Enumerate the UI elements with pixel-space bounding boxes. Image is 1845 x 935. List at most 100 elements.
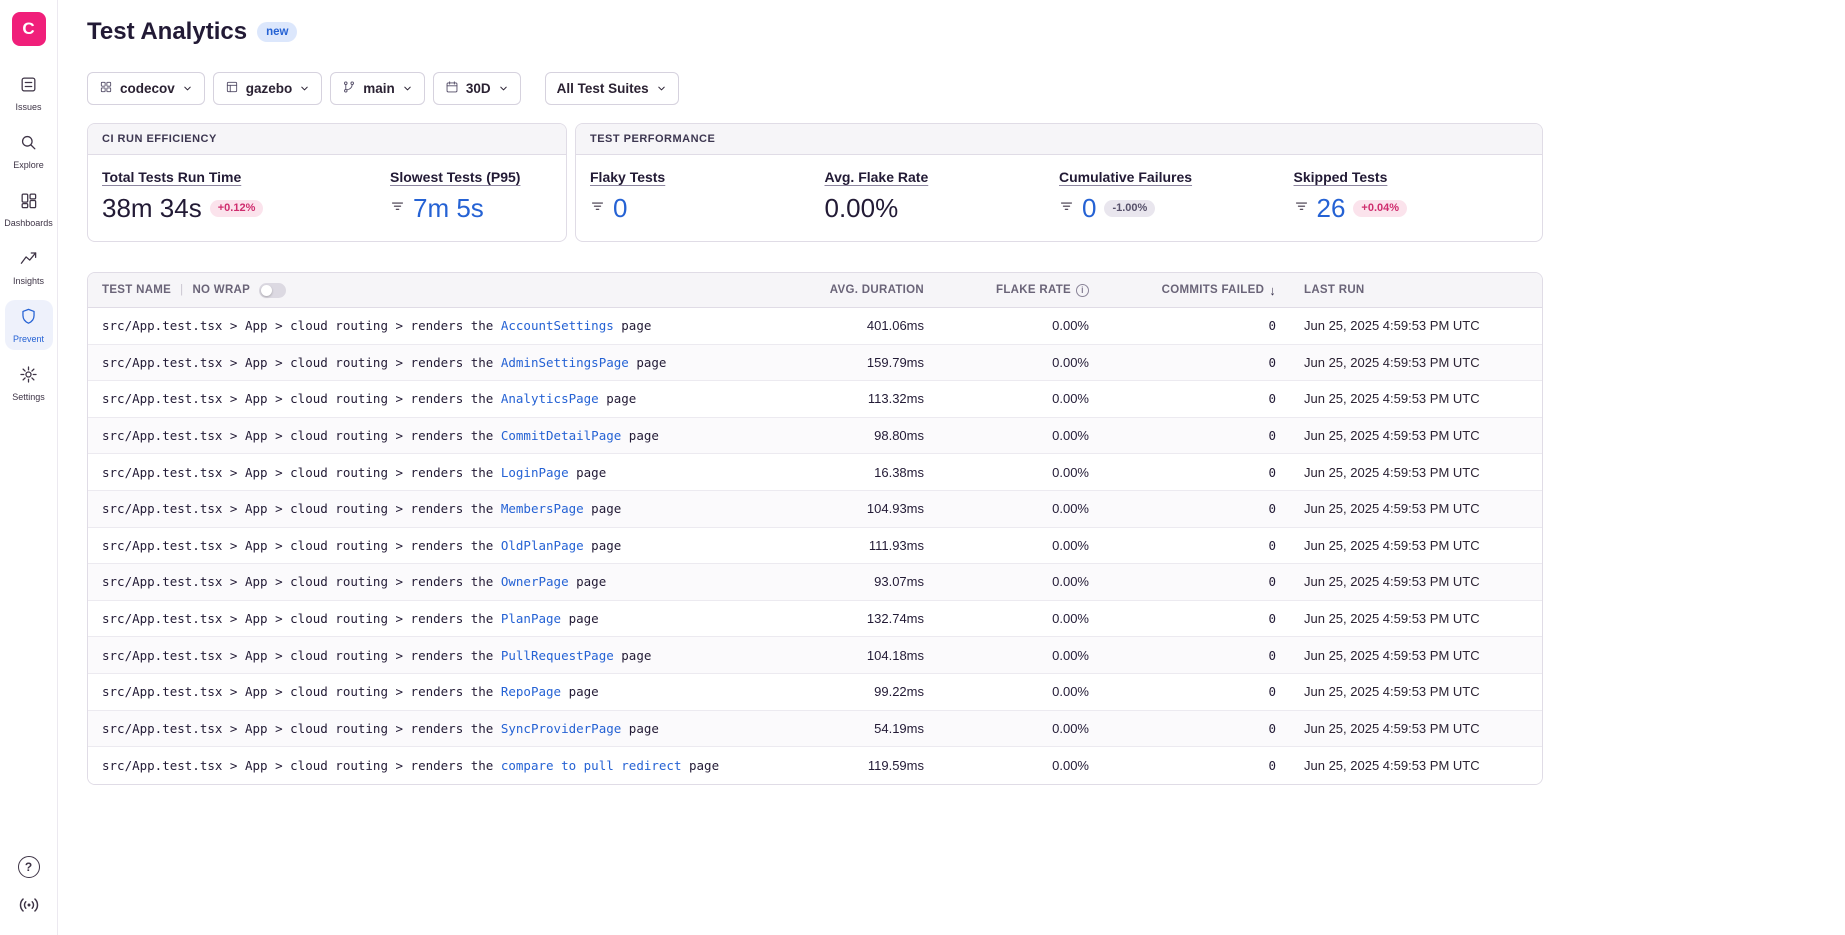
sidebar-item-settings[interactable]: Settings bbox=[5, 358, 53, 408]
table-row[interactable]: src/App.test.tsx > App > cloud routing >… bbox=[88, 637, 1542, 674]
table-row[interactable]: src/App.test.tsx > App > cloud routing >… bbox=[88, 528, 1542, 565]
test-name-cell[interactable]: src/App.test.tsx > App > cloud routing >… bbox=[88, 538, 774, 553]
repo-dropdown[interactable]: gazebo bbox=[213, 72, 323, 105]
sidebar-item-dashboards[interactable]: Dashboards bbox=[5, 184, 53, 234]
commits-failed-cell: 0 bbox=[1089, 758, 1276, 773]
commits-failed-cell: 0 bbox=[1089, 611, 1276, 626]
commits-failed-cell: 0 bbox=[1089, 318, 1276, 333]
commits-failed-cell: 0 bbox=[1089, 428, 1276, 443]
delta-badge: +0.04% bbox=[1353, 200, 1407, 217]
metric-label-link[interactable]: Avg. Flake Rate bbox=[825, 169, 929, 185]
avg-duration-cell: 159.79ms bbox=[774, 355, 924, 370]
calendar-icon bbox=[445, 80, 459, 97]
test-name-cell[interactable]: src/App.test.tsx > App > cloud routing >… bbox=[88, 611, 774, 626]
sidebar-item-label: Settings bbox=[12, 393, 45, 402]
chevron-down-icon bbox=[182, 83, 193, 94]
date-range-dropdown[interactable]: 30D bbox=[433, 72, 521, 105]
avg-duration-cell: 93.07ms bbox=[774, 574, 924, 589]
performance-card-title: TEST PERFORMANCE bbox=[576, 124, 1542, 155]
metric-label-link[interactable]: Slowest Tests (P95) bbox=[390, 169, 520, 185]
table-row[interactable]: src/App.test.tsx > App > cloud routing >… bbox=[88, 601, 1542, 638]
help-glyph: ? bbox=[25, 860, 32, 874]
table-row[interactable]: src/App.test.tsx > App > cloud routing >… bbox=[88, 454, 1542, 491]
sidebar-item-label: Explore bbox=[13, 161, 44, 170]
test-name-cell[interactable]: src/App.test.tsx > App > cloud routing >… bbox=[88, 648, 774, 663]
metric-label-link[interactable]: Cumulative Failures bbox=[1059, 169, 1192, 185]
filter-lines-icon bbox=[390, 198, 405, 218]
chevron-down-icon bbox=[299, 83, 310, 94]
col-flake-rate[interactable]: FLAKE RATE i bbox=[924, 284, 1089, 297]
test-name-cell[interactable]: src/App.test.tsx > App > cloud routing >… bbox=[88, 318, 774, 333]
org-dropdown[interactable]: codecov bbox=[87, 72, 205, 105]
test-name-cell[interactable]: src/App.test.tsx > App > cloud routing >… bbox=[88, 684, 774, 699]
test-name-cell[interactable]: src/App.test.tsx > App > cloud routing >… bbox=[88, 574, 774, 589]
flake-rate-cell: 0.00% bbox=[924, 648, 1089, 663]
last-run-cell: Jun 25, 2025 4:59:53 PM UTC bbox=[1276, 428, 1542, 443]
test-name-cell[interactable]: src/App.test.tsx > App > cloud routing >… bbox=[88, 428, 774, 443]
table-row[interactable]: src/App.test.tsx > App > cloud routing >… bbox=[88, 747, 1542, 784]
metric-value: 38m 34s bbox=[102, 195, 202, 221]
metric-value[interactable]: 0 bbox=[1082, 195, 1096, 221]
flake-rate-cell: 0.00% bbox=[924, 538, 1089, 553]
table-row[interactable]: src/App.test.tsx > App > cloud routing >… bbox=[88, 564, 1542, 601]
sidebar-item-explore[interactable]: Explore bbox=[5, 126, 53, 176]
test-name-cell[interactable]: src/App.test.tsx > App > cloud routing >… bbox=[88, 355, 774, 370]
sidebar-item-insights[interactable]: Insights bbox=[5, 242, 53, 292]
test-suites-dropdown[interactable]: All Test Suites bbox=[545, 72, 679, 105]
branch-icon bbox=[342, 80, 356, 97]
table-row[interactable]: src/App.test.tsx > App > cloud routing >… bbox=[88, 491, 1542, 528]
test-name-cell[interactable]: src/App.test.tsx > App > cloud routing >… bbox=[88, 721, 774, 736]
flake-rate-cell: 0.00% bbox=[924, 611, 1089, 626]
table-row[interactable]: src/App.test.tsx > App > cloud routing >… bbox=[88, 381, 1542, 418]
table-row[interactable]: src/App.test.tsx > App > cloud routing >… bbox=[88, 345, 1542, 382]
col-commits-failed[interactable]: COMMITS FAILED ↓ bbox=[1089, 283, 1276, 298]
sidebar-item-issues[interactable]: Issues bbox=[5, 68, 53, 118]
last-run-cell: Jun 25, 2025 4:59:53 PM UTC bbox=[1276, 318, 1542, 333]
branch-dropdown[interactable]: main bbox=[330, 72, 425, 105]
metric-label-link[interactable]: Total Tests Run Time bbox=[102, 169, 241, 185]
metric-avg-flake-rate: Avg. Flake Rate 0.00% bbox=[825, 169, 1060, 221]
flake-rate-cell: 0.00% bbox=[924, 684, 1089, 699]
delta-badge: +0.12% bbox=[210, 200, 264, 217]
summary-cards: CI RUN EFFICIENCY Total Tests Run Time 3… bbox=[87, 123, 1543, 242]
last-run-cell: Jun 25, 2025 4:59:53 PM UTC bbox=[1276, 465, 1542, 480]
metric-value[interactable]: 26 bbox=[1317, 195, 1346, 221]
app-layout: C Issues Explore Dashboards Insights bbox=[0, 0, 1845, 935]
org-avatar[interactable]: C bbox=[12, 12, 46, 46]
col-last-run[interactable]: LAST RUN bbox=[1276, 284, 1542, 296]
table-row[interactable]: src/App.test.tsx > App > cloud routing >… bbox=[88, 308, 1542, 345]
col-test-name[interactable]: TEST NAME bbox=[102, 284, 171, 296]
last-run-cell: Jun 25, 2025 4:59:53 PM UTC bbox=[1276, 355, 1542, 370]
table-row[interactable]: src/App.test.tsx > App > cloud routing >… bbox=[88, 418, 1542, 455]
test-name-cell[interactable]: src/App.test.tsx > App > cloud routing >… bbox=[88, 391, 774, 406]
no-wrap-label: NO WRAP bbox=[192, 284, 250, 296]
last-run-cell: Jun 25, 2025 4:59:53 PM UTC bbox=[1276, 721, 1542, 736]
col-avg-duration[interactable]: AVG. DURATION bbox=[774, 284, 924, 296]
sort-desc-icon[interactable]: ↓ bbox=[1269, 283, 1276, 298]
sidebar-item-prevent[interactable]: Prevent bbox=[5, 300, 53, 350]
avg-duration-cell: 401.06ms bbox=[774, 318, 924, 333]
table-row[interactable]: src/App.test.tsx > App > cloud routing >… bbox=[88, 674, 1542, 711]
metric-value[interactable]: 0 bbox=[613, 195, 627, 221]
flake-rate-cell: 0.00% bbox=[924, 721, 1089, 736]
last-run-cell: Jun 25, 2025 4:59:53 PM UTC bbox=[1276, 538, 1542, 553]
metric-label-link[interactable]: Flaky Tests bbox=[590, 169, 665, 185]
avg-duration-cell: 98.80ms bbox=[774, 428, 924, 443]
metric-label-link[interactable]: Skipped Tests bbox=[1294, 169, 1388, 185]
test-name-cell[interactable]: src/App.test.tsx > App > cloud routing >… bbox=[88, 758, 774, 773]
metric-value[interactable]: 7m 5s bbox=[413, 195, 484, 221]
test-name-cell[interactable]: src/App.test.tsx > App > cloud routing >… bbox=[88, 501, 774, 516]
help-icon[interactable]: ? bbox=[18, 856, 40, 878]
metric-skipped-tests: Skipped Tests 26 +0.04% bbox=[1294, 169, 1529, 221]
test-name-cell[interactable]: src/App.test.tsx > App > cloud routing >… bbox=[88, 465, 774, 480]
table-row[interactable]: src/App.test.tsx > App > cloud routing >… bbox=[88, 711, 1542, 748]
filter-lines-icon bbox=[1294, 198, 1309, 218]
info-icon[interactable]: i bbox=[1076, 284, 1089, 297]
avg-duration-cell: 104.93ms bbox=[774, 501, 924, 516]
ci-run-efficiency-card: CI RUN EFFICIENCY Total Tests Run Time 3… bbox=[87, 123, 567, 242]
col-flake-rate-label: FLAKE RATE bbox=[996, 284, 1071, 296]
flake-rate-cell: 0.00% bbox=[924, 428, 1089, 443]
no-wrap-toggle[interactable] bbox=[259, 283, 286, 298]
broadcast-icon[interactable] bbox=[18, 894, 40, 921]
flake-rate-cell: 0.00% bbox=[924, 465, 1089, 480]
